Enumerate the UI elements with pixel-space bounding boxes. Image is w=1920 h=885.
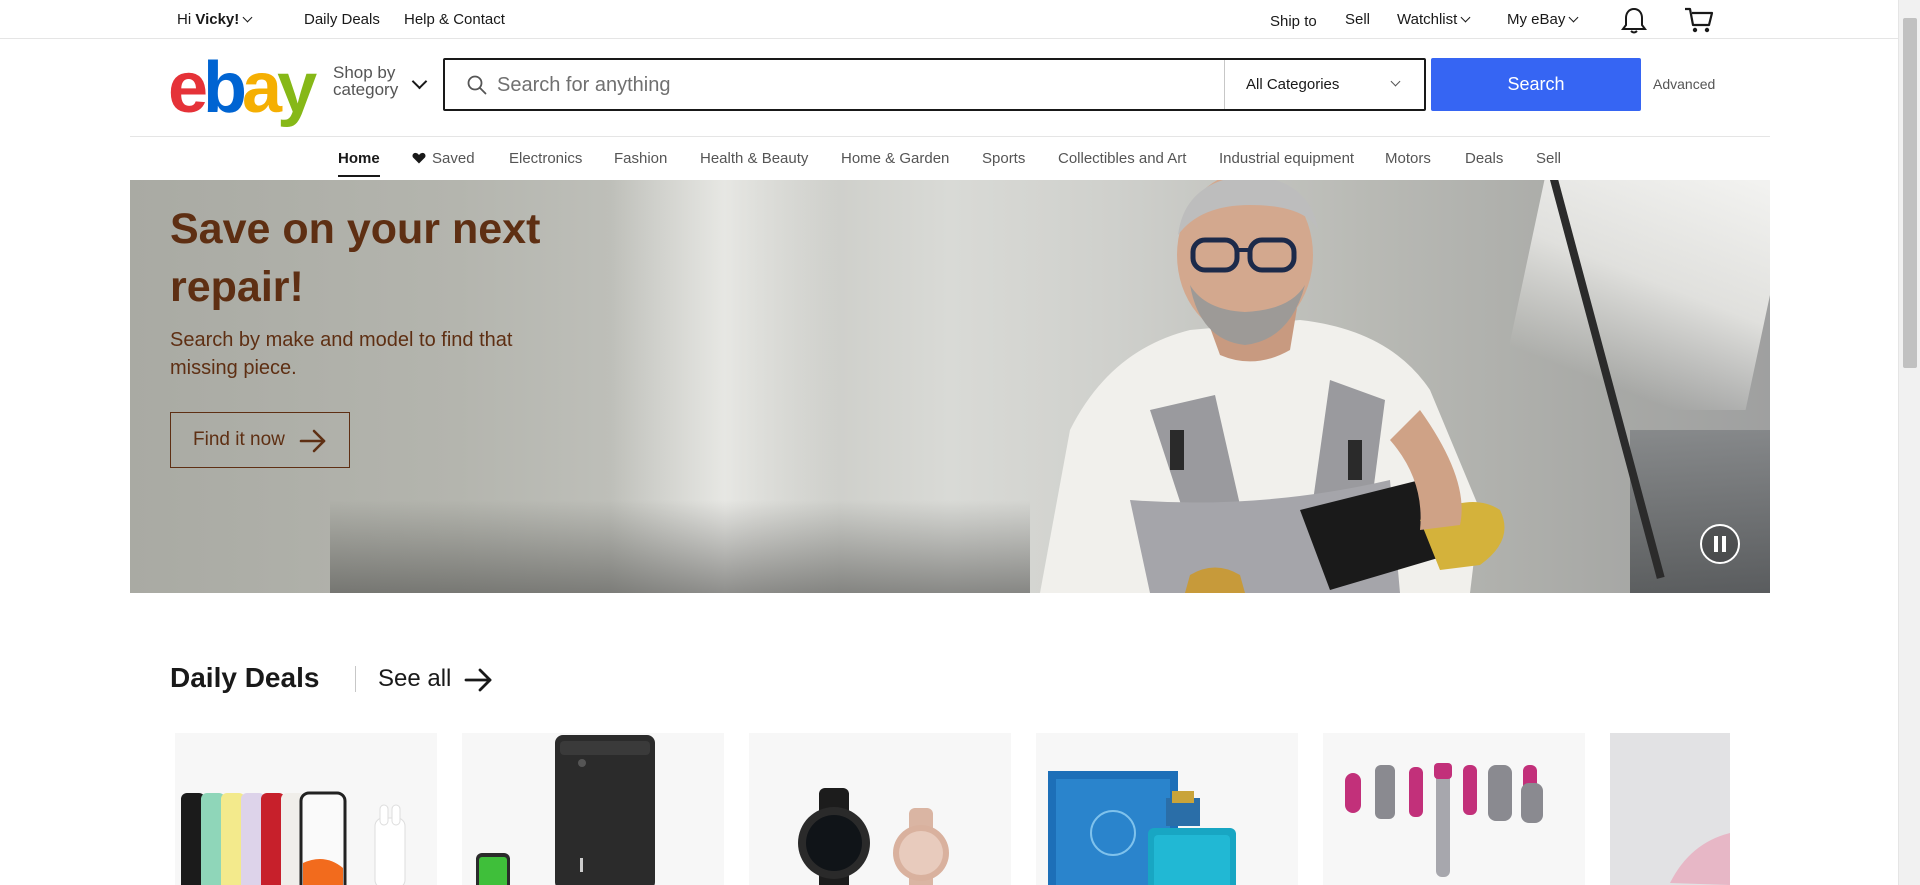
nav-item-health-beauty[interactable]: Health & Beauty [700, 150, 808, 167]
watchlist-label: Watchlist [1397, 11, 1458, 28]
nav-item-sell[interactable]: Sell [1536, 150, 1561, 167]
chevron-down-icon [1460, 12, 1471, 23]
background-workshop [330, 500, 1030, 593]
scrollbar-thumb[interactable] [1903, 18, 1917, 368]
logo-letter: y [277, 48, 317, 128]
deal-card-smartwatches[interactable] [749, 733, 1011, 885]
arrow-right-icon [299, 429, 326, 453]
daily-deals-title: Daily Deals [170, 662, 320, 693]
smartwatches-image [798, 788, 949, 885]
chevron-down-icon [242, 12, 253, 23]
active-tab-indicator [338, 175, 380, 177]
heart-icon [412, 152, 426, 164]
logo-letter: a [242, 48, 282, 128]
shop-by-label: Shop by [333, 63, 396, 82]
search-input[interactable] [497, 70, 1197, 100]
deal-card-sneakers[interactable] [1610, 733, 1730, 885]
watchlist-menu[interactable]: Watchlist [1397, 11, 1471, 28]
hero-title: Save on your next repair! [170, 205, 541, 311]
advanced-search-link[interactable]: Advanced [1653, 76, 1715, 92]
background-machine [1630, 430, 1770, 593]
my-ebay-menu[interactable]: My eBay [1507, 11, 1579, 28]
nav-item-saved[interactable]: Saved [412, 150, 475, 167]
iphones-image [181, 791, 406, 885]
top-utility-bar: Hi Vicky! Daily Deals Help & Contact Shi… [0, 0, 1898, 39]
nav-item-home-garden[interactable]: Home & Garden [841, 150, 949, 167]
nav-item-collectibles-art[interactable]: Collectibles and Art [1058, 150, 1186, 167]
user-name: Vicky! [195, 11, 240, 28]
logo-letter: e [168, 48, 208, 128]
search-icon [467, 75, 487, 95]
nav-item-industrial-equipment[interactable]: Industrial equipment [1219, 150, 1354, 167]
air-purifier-image [476, 735, 655, 885]
bell-icon[interactable] [1621, 6, 1647, 34]
deal-card-hair-styler[interactable] [1323, 733, 1585, 885]
deal-card-versace[interactable] [1036, 733, 1298, 885]
chevron-down-icon [1568, 12, 1579, 23]
see-all-link[interactable]: See all [378, 665, 492, 693]
category-selected-value: All Categories [1246, 76, 1340, 93]
mechanic-image [1040, 180, 1505, 593]
nav-item-deals[interactable]: Deals [1465, 150, 1503, 167]
pause-button[interactable] [1700, 524, 1740, 564]
arrow-right-icon [464, 668, 492, 692]
greeting-text: Hi [177, 11, 196, 28]
hero-banner[interactable]: Save on your next repair! Search by make… [130, 180, 1770, 593]
deal-card-iphones[interactable] [175, 733, 437, 885]
ebay-logo[interactable]: ebay [168, 52, 317, 124]
nav-item-fashion[interactable]: Fashion [614, 150, 667, 167]
nav-divider [130, 136, 1770, 137]
chevron-down-icon [1390, 76, 1401, 87]
daily-deals-link[interactable]: Daily Deals [304, 11, 380, 28]
nav-item-motors[interactable]: Motors [1385, 150, 1431, 167]
versace-perfume-image [1048, 771, 1236, 885]
nav-item-label: Saved [432, 150, 475, 167]
chevron-down-icon[interactable] [411, 73, 428, 90]
deal-card-air-purifier[interactable] [462, 733, 724, 885]
sneaker-image [1670, 833, 1730, 885]
hero-cta-label: Find it now [193, 429, 285, 450]
hair-styler-image [1345, 763, 1543, 877]
shop-by-label: category [333, 80, 399, 99]
nav-item-sports[interactable]: Sports [982, 150, 1025, 167]
hero-subtitle: Search by make and model to find that mi… [170, 329, 513, 379]
greeting-menu[interactable]: Hi Vicky! [177, 11, 253, 28]
search-button[interactable]: Search [1431, 58, 1641, 111]
ship-to-link[interactable]: Ship to [1270, 13, 1317, 30]
nav-item-electronics[interactable]: Electronics [509, 150, 582, 167]
sell-link[interactable]: Sell [1345, 11, 1370, 28]
cart-icon[interactable] [1684, 6, 1714, 34]
category-select[interactable]: All Categories [1224, 60, 1426, 109]
section-divider [355, 666, 356, 692]
nav-item-home[interactable]: Home [338, 150, 380, 167]
page-scrollbar[interactable] [1898, 0, 1920, 885]
shop-by-category-button[interactable]: Shop by category [333, 64, 398, 98]
my-ebay-label: My eBay [1507, 11, 1566, 28]
see-all-label: See all [378, 665, 452, 692]
help-contact-link[interactable]: Help & Contact [404, 11, 505, 28]
search-bar: All Categories [443, 58, 1426, 111]
logo-letter: b [203, 48, 247, 128]
find-it-now-button[interactable]: Find it now [170, 412, 350, 468]
